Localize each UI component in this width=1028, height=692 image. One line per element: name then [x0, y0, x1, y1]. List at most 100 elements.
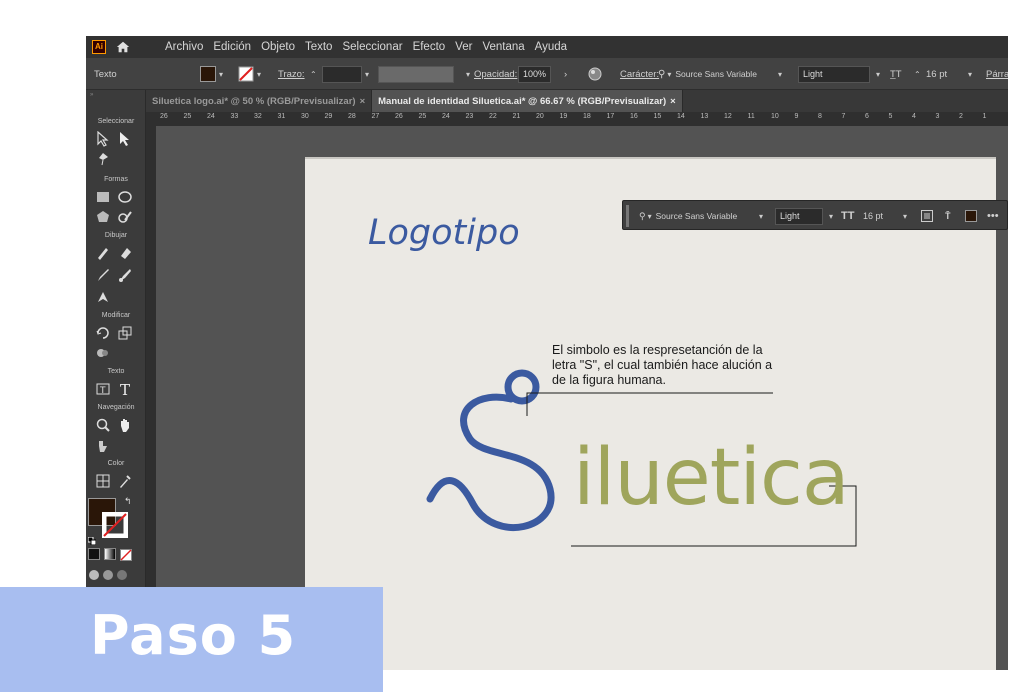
opacity-field[interactable]: 100% — [518, 58, 552, 90]
float-size-field[interactable]: 16 pt — [863, 201, 883, 231]
paragraph-align-icon[interactable] — [921, 201, 933, 231]
paintbrush-tool-icon[interactable] — [94, 266, 112, 284]
float-font-dropdown[interactable]: ▾ — [759, 201, 763, 231]
search-icon: ⚲ — [639, 210, 646, 221]
rotate-tool-icon[interactable] — [94, 324, 112, 342]
font-style-dropdown[interactable]: ▾ — [876, 58, 880, 90]
logo-symbol-s[interactable] — [305, 159, 996, 670]
artboard[interactable]: Logotipo El simbolo es la respresetanció… — [305, 157, 996, 670]
ruler-tick-label: 27 — [371, 113, 380, 120]
float-color-swatch[interactable] — [965, 201, 977, 231]
ruler-tick-label: 12 — [724, 113, 732, 120]
pencil-tool-icon[interactable] — [94, 244, 112, 262]
recolor-globe-icon[interactable] — [588, 58, 602, 90]
font-size-stepper[interactable]: ⌃ — [914, 58, 921, 90]
menu-objeto[interactable]: Objeto — [256, 41, 300, 53]
menu-ayuda[interactable]: Ayuda — [530, 41, 572, 53]
menu-edicion[interactable]: Edición — [208, 41, 256, 53]
blob-brush-tool-icon[interactable] — [116, 266, 134, 284]
lasso-tool-icon[interactable] — [94, 150, 112, 168]
stroke-color-swatch[interactable] — [101, 511, 129, 539]
scale-tool-icon[interactable] — [116, 324, 134, 342]
font-family-dropdown[interactable]: ▾ — [778, 58, 782, 90]
fill-swatch[interactable]: ▾ — [200, 58, 223, 90]
type-options-icon[interactable]: T̄ — [945, 201, 951, 231]
horizontal-ruler[interactable]: 26 25 24 33 32 31 30 29 28 27 26 25 24 23 22 21 20 19 18 17… — [146, 112, 1008, 126]
float-font-field[interactable]: ⚲ ▾ Source Sans Variable — [639, 201, 737, 231]
font-style-field[interactable]: Light — [798, 58, 870, 90]
draw-inside-icon[interactable] — [117, 570, 127, 580]
opacity-arrow-icon[interactable]: › — [564, 58, 567, 90]
tab-siluetica-logo[interactable]: Silueti­ca logo.ai* @ 50 % (RGB/Previsua… — [146, 90, 373, 112]
menu-texto[interactable]: Texto — [300, 41, 338, 53]
rotate-view-tool-icon[interactable] — [94, 436, 112, 454]
default-colors-icon[interactable] — [87, 532, 97, 546]
ruler-tick-label: 11 — [747, 113, 755, 120]
type-on-path-tool-icon[interactable]: T — [94, 380, 112, 398]
draw-behind-icon[interactable] — [103, 570, 113, 580]
close-tab-icon[interactable]: × — [360, 96, 366, 107]
variable-width-profile[interactable] — [378, 58, 454, 90]
tools-group-nav: Navegación — [97, 404, 135, 411]
ruler-tick-label: 15 — [653, 113, 662, 120]
collapse-icon[interactable]: » — [90, 92, 93, 98]
ruler-tick-label: 21 — [512, 113, 521, 120]
font-size-dropdown[interactable]: ▾ — [968, 58, 972, 90]
tools-group-modify: Modificar — [101, 312, 131, 319]
zoom-tool-icon[interactable] — [94, 416, 112, 434]
rectangle-tool-icon[interactable] — [94, 188, 112, 206]
character-label[interactable]: Carácter: — [620, 58, 659, 90]
ruler-tick-label: 33 — [230, 113, 239, 120]
stroke-weight-field[interactable]: ▾ — [322, 58, 369, 90]
menu-ver[interactable]: Ver — [450, 41, 477, 53]
ellipse-tool-icon[interactable] — [116, 188, 134, 206]
gradient-mode-icon[interactable] — [104, 548, 116, 560]
brush-dropdown[interactable]: ▾ — [466, 58, 470, 90]
opacity-label[interactable]: Opacidad: — [474, 58, 517, 90]
stroke-swatch[interactable]: ▾ — [238, 58, 261, 90]
ruler-tick-label: 3 — [935, 113, 940, 120]
ruler-tick-label: 6 — [865, 113, 869, 120]
paragraph-label[interactable]: Párra — [986, 58, 1008, 90]
direct-selection-tool-icon[interactable] — [116, 130, 134, 148]
menu-ventana[interactable]: Ventana — [477, 41, 529, 53]
panel-grip[interactable] — [626, 205, 629, 227]
stroke-weight-stepper[interactable]: ⌃ — [310, 58, 317, 90]
hand-tool-icon[interactable] — [116, 416, 134, 434]
control-bar: Texto ▾ ▾ Trazo: ⌃ ▾ ▾ Opacidad: 100% › … — [86, 58, 1008, 90]
pen-tool-icon[interactable] — [94, 288, 112, 306]
font-family-field[interactable]: ⚲ ▾ Source Sans Variable — [658, 58, 757, 90]
float-style-dropdown[interactable]: ▾ — [829, 201, 833, 231]
menu-items: Archivo Edición Objeto Texto Seleccionar… — [160, 41, 572, 53]
home-icon[interactable] — [116, 40, 130, 54]
more-options-icon[interactable]: ••• — [987, 201, 999, 231]
context-label: Texto — [94, 68, 117, 80]
ruler-tick-label: 24 — [442, 113, 450, 120]
tab-manual-identidad[interactable]: Manual de identidad Siluetica.ai* @ 66.6… — [372, 90, 683, 112]
warp-tool-icon[interactable] — [94, 344, 112, 362]
gradient-tool-icon[interactable] — [94, 472, 112, 490]
none-mode-icon[interactable] — [120, 548, 132, 561]
eyedropper-tool-icon[interactable] — [116, 472, 134, 490]
float-size-dropdown[interactable]: ▾ — [903, 201, 907, 231]
polygon-tool-icon[interactable] — [94, 208, 112, 226]
close-tab-icon[interactable]: × — [670, 96, 676, 107]
eraser-tool-icon[interactable] — [116, 244, 134, 262]
ruler-tick-label: 19 — [559, 113, 568, 120]
color-mode-icon[interactable] — [88, 548, 100, 560]
type-tool-icon[interactable]: T — [116, 380, 134, 398]
draw-normal-icon[interactable] — [89, 570, 99, 580]
ruler-tick-label: 8 — [818, 113, 822, 120]
font-size-field[interactable]: 16 pt — [926, 58, 947, 90]
stroke-label: Trazo: — [278, 68, 305, 80]
shaper-tool-icon[interactable] — [116, 208, 134, 226]
logo-wordmark[interactable]: iluetica — [573, 439, 850, 517]
menu-efecto[interactable]: Efecto — [408, 41, 451, 53]
ruler-tick-label: 23 — [465, 113, 474, 120]
selection-tool-icon[interactable] — [94, 130, 112, 148]
menu-archivo[interactable]: Archivo — [160, 41, 208, 53]
swap-colors-icon[interactable]: ↰ — [124, 496, 132, 507]
float-style-field[interactable]: Light — [775, 201, 823, 231]
menu-seleccionar[interactable]: Seleccionar — [337, 41, 407, 53]
document-tabs: Silueti­ca logo.ai* @ 50 % (RGB/Previsua… — [146, 90, 1008, 112]
